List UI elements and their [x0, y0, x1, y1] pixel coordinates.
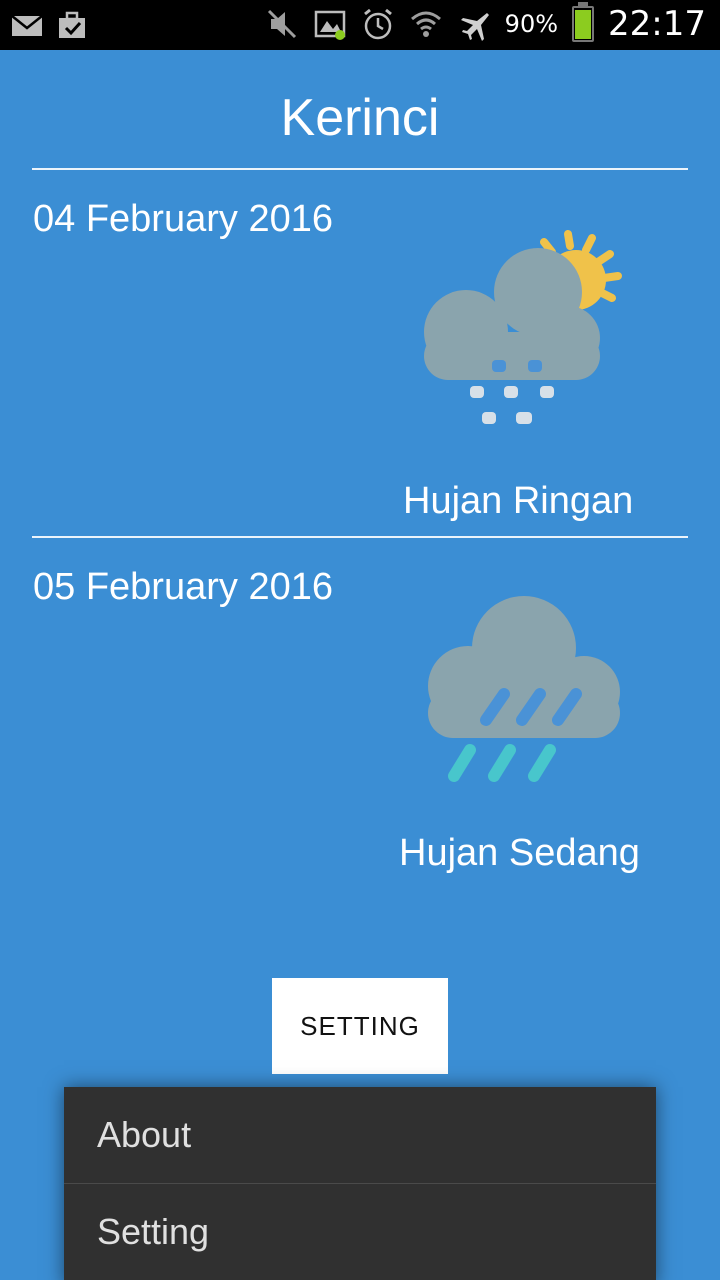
mute-icon: [267, 9, 296, 39]
menu-item-about[interactable]: About: [64, 1087, 656, 1183]
divider: [32, 536, 688, 538]
screenshot-icon: [314, 10, 345, 40]
setting-button[interactable]: SETTING: [272, 978, 448, 1074]
forecast-condition: Hujan Ringan: [403, 480, 634, 522]
page-title: Kerinci: [280, 89, 440, 147]
menu-item-setting[interactable]: Setting: [64, 1184, 656, 1280]
forecast-condition: Hujan Sedang: [399, 832, 640, 874]
wifi-icon: [410, 11, 441, 37]
alarm-icon: [363, 8, 392, 40]
forecast-date: 04 February 2016: [33, 198, 333, 240]
briefcase-check-icon: [59, 11, 85, 38]
airplane-mode-icon: [460, 13, 489, 41]
clock: 22:17: [608, 4, 706, 44]
battery-icon: [572, 2, 595, 42]
status-bar: 90% 22:17: [0, 0, 720, 50]
options-menu: About Setting: [64, 1087, 656, 1280]
forecast-date: 05 February 2016: [33, 566, 333, 608]
battery-level: [575, 10, 592, 39]
light-rain-sun-icon: [424, 230, 622, 424]
moderate-rain-icon: [428, 596, 620, 782]
divider: [32, 168, 688, 170]
battery-percent: 90%: [504, 10, 559, 38]
mail-icon: [11, 15, 43, 36]
